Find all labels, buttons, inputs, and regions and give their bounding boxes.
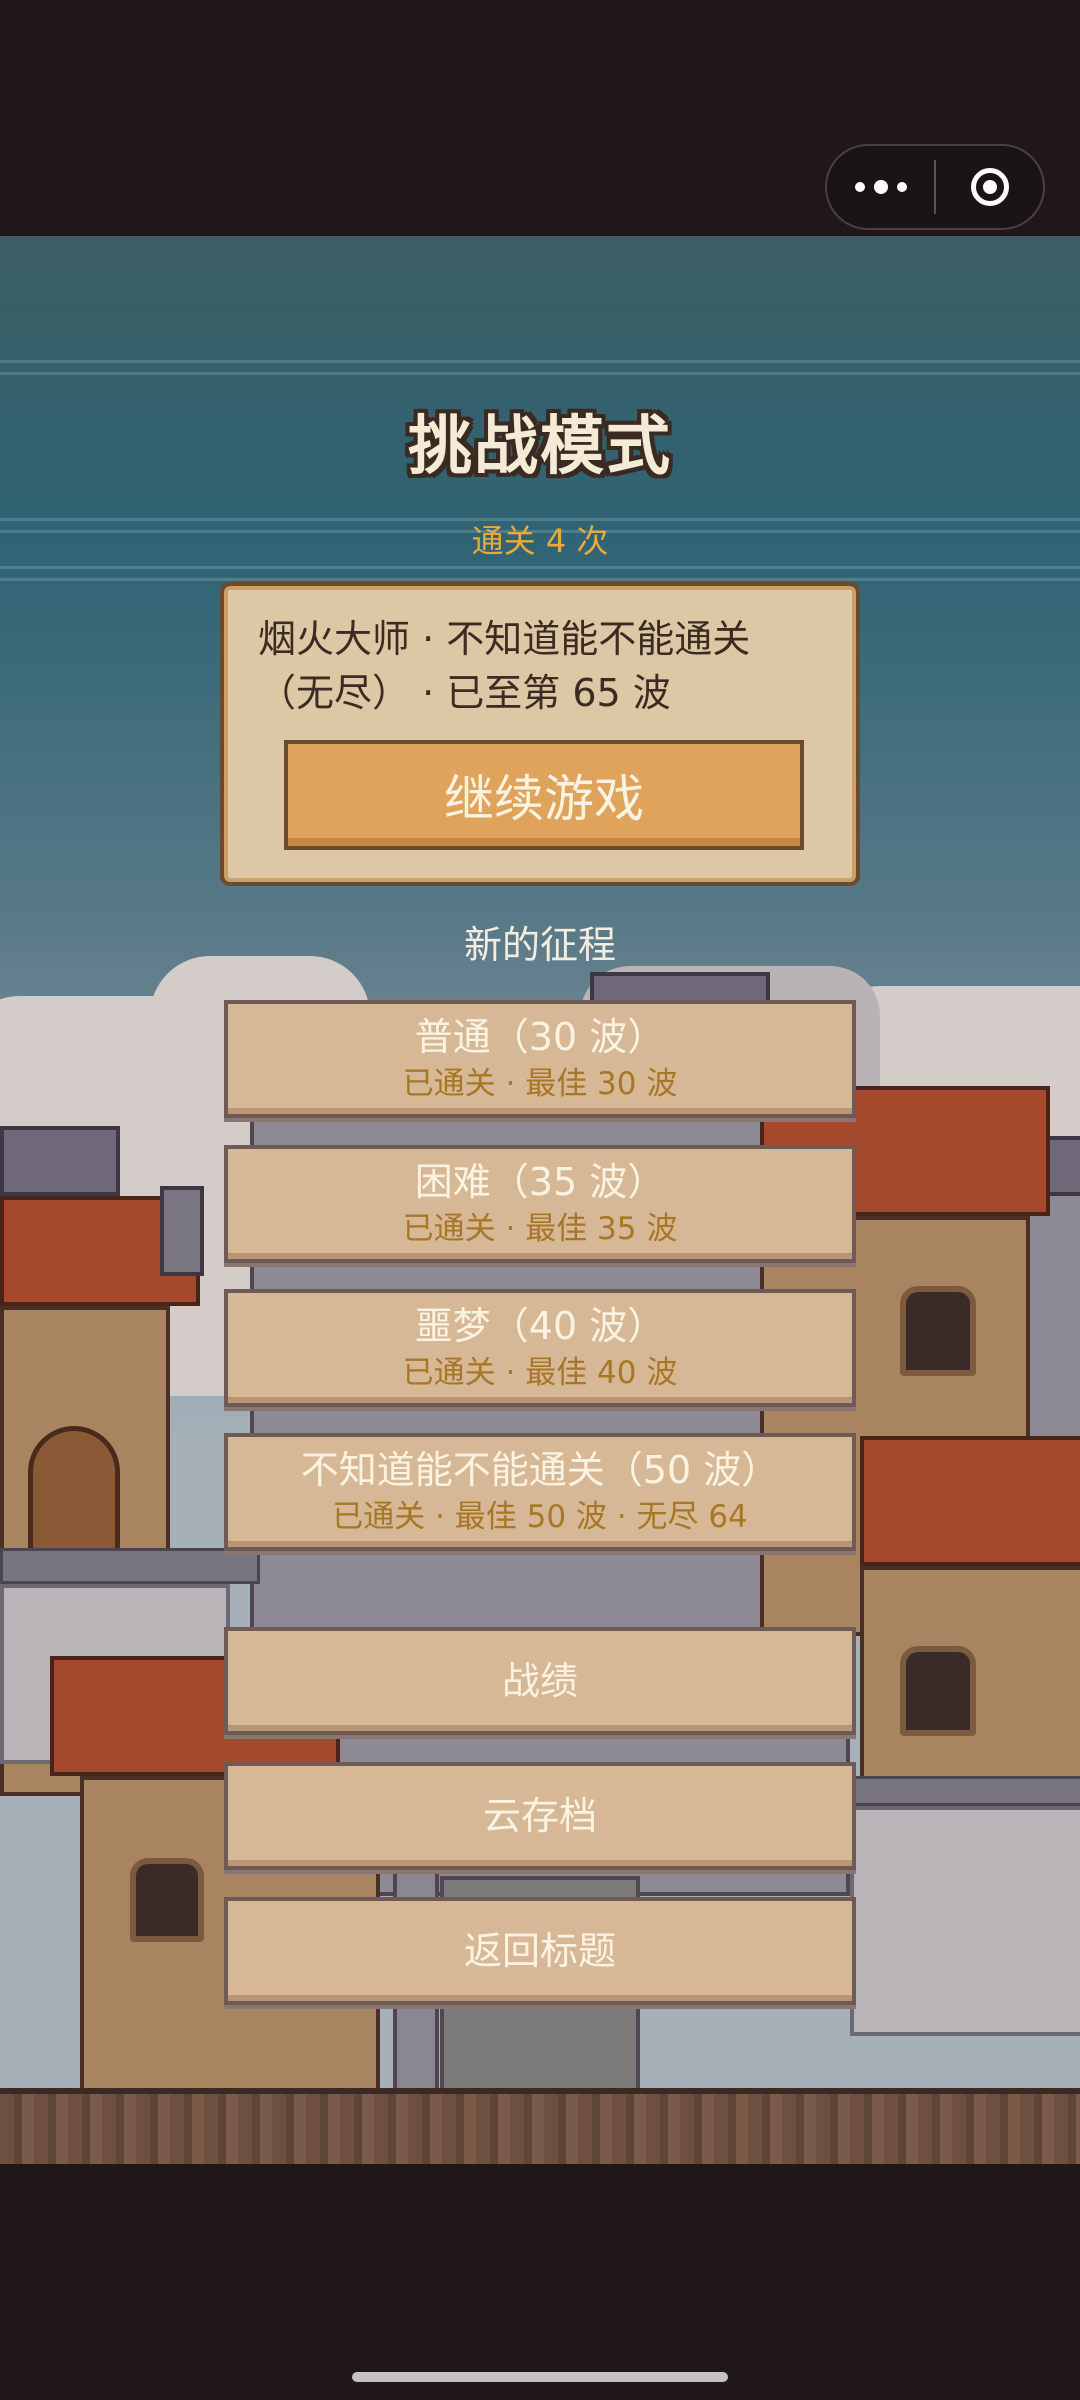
difficulty-status: 已通关 · 最佳 50 波 · 无尽 64 <box>332 1499 748 1535</box>
house-window <box>130 1858 204 1942</box>
difficulty-status: 已通关 · 最佳 40 波 <box>402 1355 678 1391</box>
return-title-label: 返回标题 <box>463 1929 616 1973</box>
page-title: 挑战模式 <box>408 410 672 484</box>
continue-game-button[interactable]: 继续游戏 <box>284 740 804 850</box>
difficulty-status: 已通关 · 最佳 30 波 <box>402 1066 678 1102</box>
chimney <box>160 1186 204 1276</box>
difficulty-nightmare-button[interactable]: 噩梦（40 波） 已通关 · 最佳 40 波 <box>224 1289 856 1407</box>
close-miniprogram-icon[interactable] <box>936 146 1043 228</box>
building-roof <box>860 1436 1080 1566</box>
difficulty-impossible-button[interactable]: 不知道能不能通关（50 波） 已通关 · 最佳 50 波 · 无尽 64 <box>224 1433 856 1551</box>
house-window <box>900 1646 976 1736</box>
sky-stripe <box>0 578 1080 581</box>
return-title-button[interactable]: 返回标题 <box>224 1897 856 2005</box>
difficulty-status: 已通关 · 最佳 35 波 <box>402 1211 678 1247</box>
difficulty-hard-button[interactable]: 困难（35 波） 已通关 · 最佳 35 波 <box>224 1145 856 1263</box>
building-roof <box>0 1126 120 1196</box>
stone-ledge <box>850 1776 1080 1806</box>
sky-stripe <box>0 372 1080 375</box>
mini-program-capsule <box>825 144 1045 230</box>
ground <box>0 2088 1080 2164</box>
difficulty-label: 普通（30 波） <box>414 1015 666 1059</box>
more-menu-icon[interactable] <box>827 146 934 228</box>
saved-run-line2: （无尽） · 已至第 65 波 <box>258 671 671 715</box>
cloud-save-button[interactable]: 云存档 <box>224 1762 856 1870</box>
house-door <box>28 1426 120 1556</box>
home-indicator[interactable] <box>352 2372 728 2382</box>
clear-count: 通关 4 次 <box>471 522 609 560</box>
stone-wall <box>850 1806 1080 2036</box>
sky-stripe <box>0 360 1080 363</box>
saved-run-info: 烟火大师 · 不知道能不能通关 （无尽） · 已至第 65 波 <box>258 612 838 720</box>
stone-ledge <box>0 1548 260 1584</box>
difficulty-normal-button[interactable]: 普通（30 波） 已通关 · 最佳 30 波 <box>224 1000 856 1118</box>
cloud-save-label: 云存档 <box>482 1794 597 1838</box>
house-window <box>900 1286 976 1376</box>
records-button[interactable]: 战绩 <box>224 1627 856 1735</box>
sky-stripe <box>0 566 1080 569</box>
saved-run-line1: 烟火大师 · 不知道能不能通关 <box>258 617 751 661</box>
new-journey-heading: 新的征程 <box>463 923 616 967</box>
difficulty-label: 不知道能不能通关（50 波） <box>300 1448 780 1492</box>
difficulty-label: 噩梦（40 波） <box>414 1304 666 1348</box>
saved-run-panel: 烟火大师 · 不知道能不能通关 （无尽） · 已至第 65 波 继续游戏 <box>220 582 860 886</box>
difficulty-label: 困难（35 波） <box>414 1160 666 1204</box>
records-label: 战绩 <box>501 1659 578 1703</box>
